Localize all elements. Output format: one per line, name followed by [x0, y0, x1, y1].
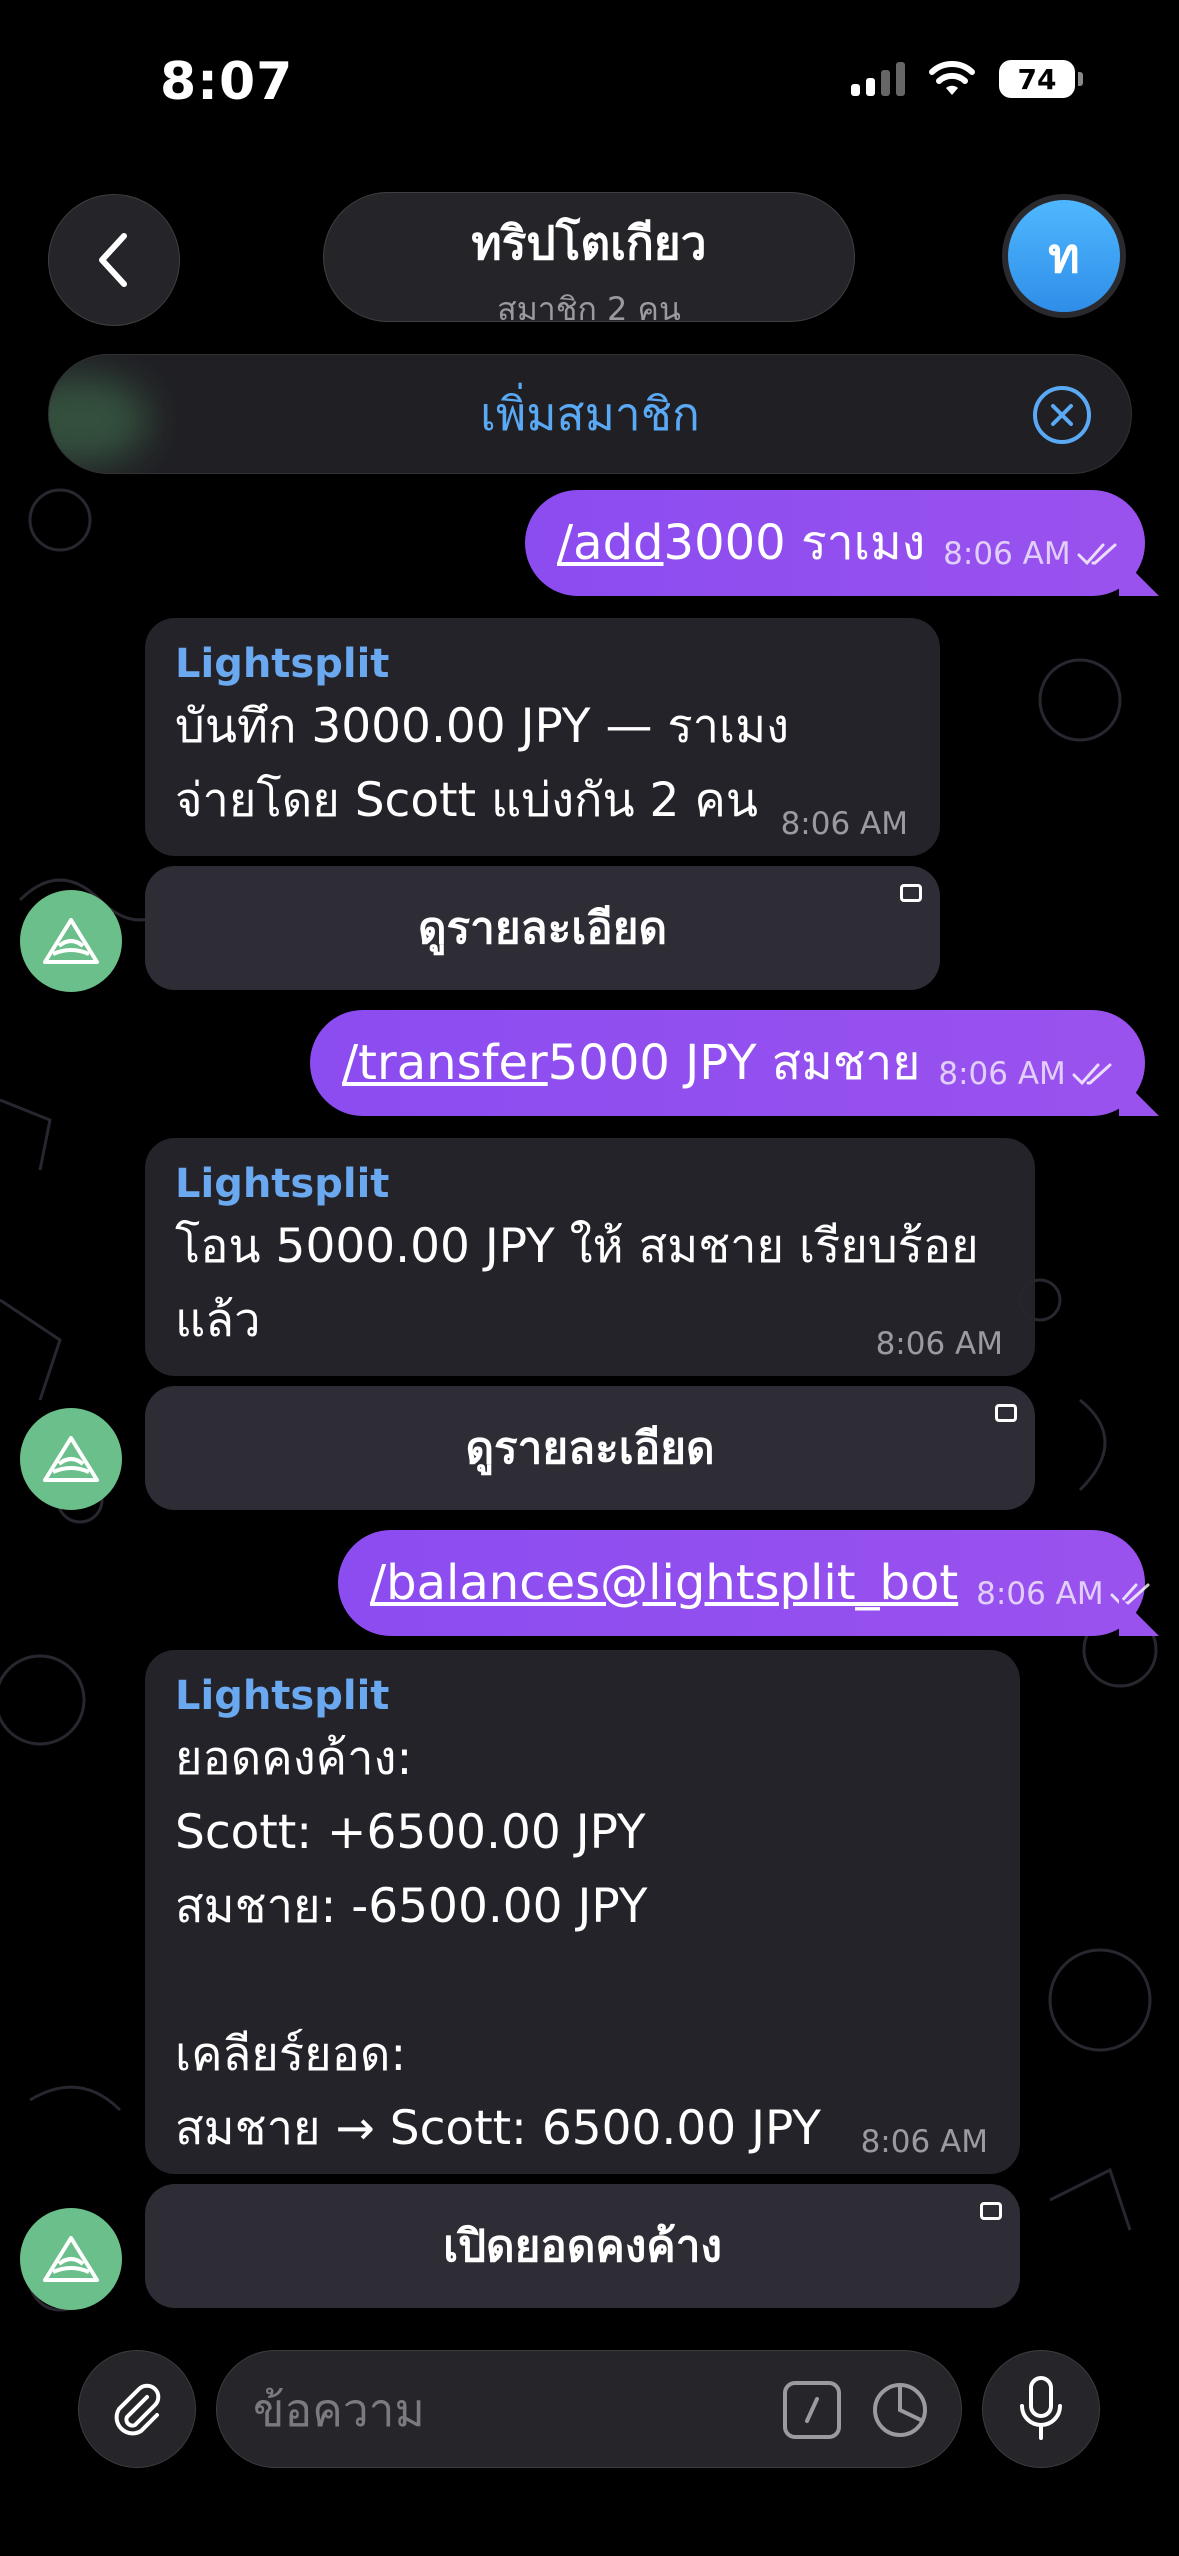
bot-command-link[interactable]: /transfer — [342, 1035, 548, 1091]
outgoing-message[interactable]: /add 3000 ราเมง 8:06 AM — [525, 490, 1159, 596]
message-text: 3000 ราเมง — [663, 515, 926, 571]
message-time: 8:06 AM — [943, 536, 1118, 572]
incoming-message[interactable]: Lightsplit บันทึก 3000.00 JPY — ราเมง จ่… — [145, 618, 940, 856]
open-balances-button[interactable]: เปิดยอดคงค้าง — [145, 2184, 1020, 2308]
status-icons: 74 — [851, 60, 1083, 98]
open-app-icon — [980, 2202, 1002, 2220]
banner-glow — [49, 375, 149, 465]
sticker-icon[interactable] — [871, 2381, 929, 2439]
bot-command-link[interactable]: /balances@lightsplit_bot — [370, 1555, 958, 1611]
add-member-label: เพิ่มสมาชิก — [480, 386, 700, 441]
message-composer[interactable] — [216, 2350, 962, 2468]
wifi-icon — [929, 61, 975, 95]
message-text: 5000 JPY สมชาย — [547, 1035, 921, 1091]
message-sender[interactable]: Lightsplit — [175, 1670, 988, 1722]
incoming-message[interactable]: Lightsplit ยอดคงค้าง: Scott: +6500.00 JP… — [145, 1650, 1020, 2174]
voice-record-button[interactable] — [982, 2350, 1100, 2468]
button-label: เปิดยอดคงค้าง — [443, 2221, 722, 2272]
bot-command-link[interactable]: /add — [557, 515, 664, 571]
button-label: ดูรายละเอียด — [417, 903, 668, 954]
message-time: 8:06 AM — [860, 2124, 988, 2160]
attach-button[interactable] — [78, 2350, 196, 2468]
message-time: 8:06 AM — [875, 1326, 1003, 1362]
outgoing-message[interactable]: /transfer 5000 JPY สมชาย 8:06 AM — [310, 1010, 1159, 1116]
message-time: 8:06 AM — [780, 806, 908, 842]
bot-avatar[interactable] — [20, 890, 122, 992]
lightsplit-logo-icon — [43, 918, 99, 964]
slash-icon — [805, 2397, 819, 2423]
cellular-signal-icon — [851, 62, 905, 96]
close-banner-button[interactable] — [1033, 386, 1091, 444]
open-app-icon — [900, 884, 922, 902]
incoming-message[interactable]: Lightsplit โอน 5000.00 JPY ให้ สมชาย เรี… — [145, 1138, 1035, 1376]
lightsplit-logo-icon — [43, 1436, 99, 1482]
back-button[interactable] — [48, 194, 180, 326]
read-checkmarks-icon — [1072, 1063, 1112, 1086]
close-icon — [1051, 404, 1073, 426]
battery-indicator: 74 — [999, 60, 1083, 98]
bot-avatar[interactable] — [20, 2208, 122, 2310]
message-time: 8:06 AM — [938, 1056, 1113, 1092]
chat-subtitle: สมาชิก 2 คน — [497, 290, 681, 328]
message-input[interactable] — [253, 2381, 733, 2439]
message-body: ยอดคงค้าง: Scott: +6500.00 JPY สมชาย: -6… — [175, 1731, 821, 2156]
outgoing-message[interactable]: /balances@lightsplit_bot 8:06 AM — [338, 1530, 1159, 1636]
lightsplit-logo-icon — [43, 2236, 99, 2282]
status-time: 8:07 — [160, 52, 294, 112]
read-checkmarks-icon — [1077, 543, 1117, 566]
microphone-icon — [1020, 2376, 1062, 2440]
add-member-banner[interactable]: เพิ่มสมาชิก — [48, 354, 1132, 474]
chat-title-pill[interactable]: ทริปโตเกียว สมาชิก 2 คน — [323, 192, 855, 328]
chevron-left-icon — [99, 233, 127, 287]
message-sender[interactable]: Lightsplit — [175, 1158, 1003, 1210]
message-sender[interactable]: Lightsplit — [175, 638, 908, 690]
bot-avatar[interactable] — [20, 1408, 122, 1510]
view-details-button[interactable]: ดูรายละเอียด — [145, 1386, 1035, 1510]
view-details-button[interactable]: ดูรายละเอียด — [145, 866, 940, 990]
read-checkmarks-icon — [1110, 1583, 1150, 1606]
paperclip-icon — [114, 2383, 161, 2436]
chat-title: ทริปโตเกียว — [471, 216, 707, 270]
bot-commands-button[interactable] — [783, 2381, 841, 2439]
button-label: ดูรายละเอียด — [465, 1423, 715, 1474]
open-app-icon — [995, 1404, 1017, 1422]
group-avatar[interactable]: ท — [1002, 194, 1126, 318]
